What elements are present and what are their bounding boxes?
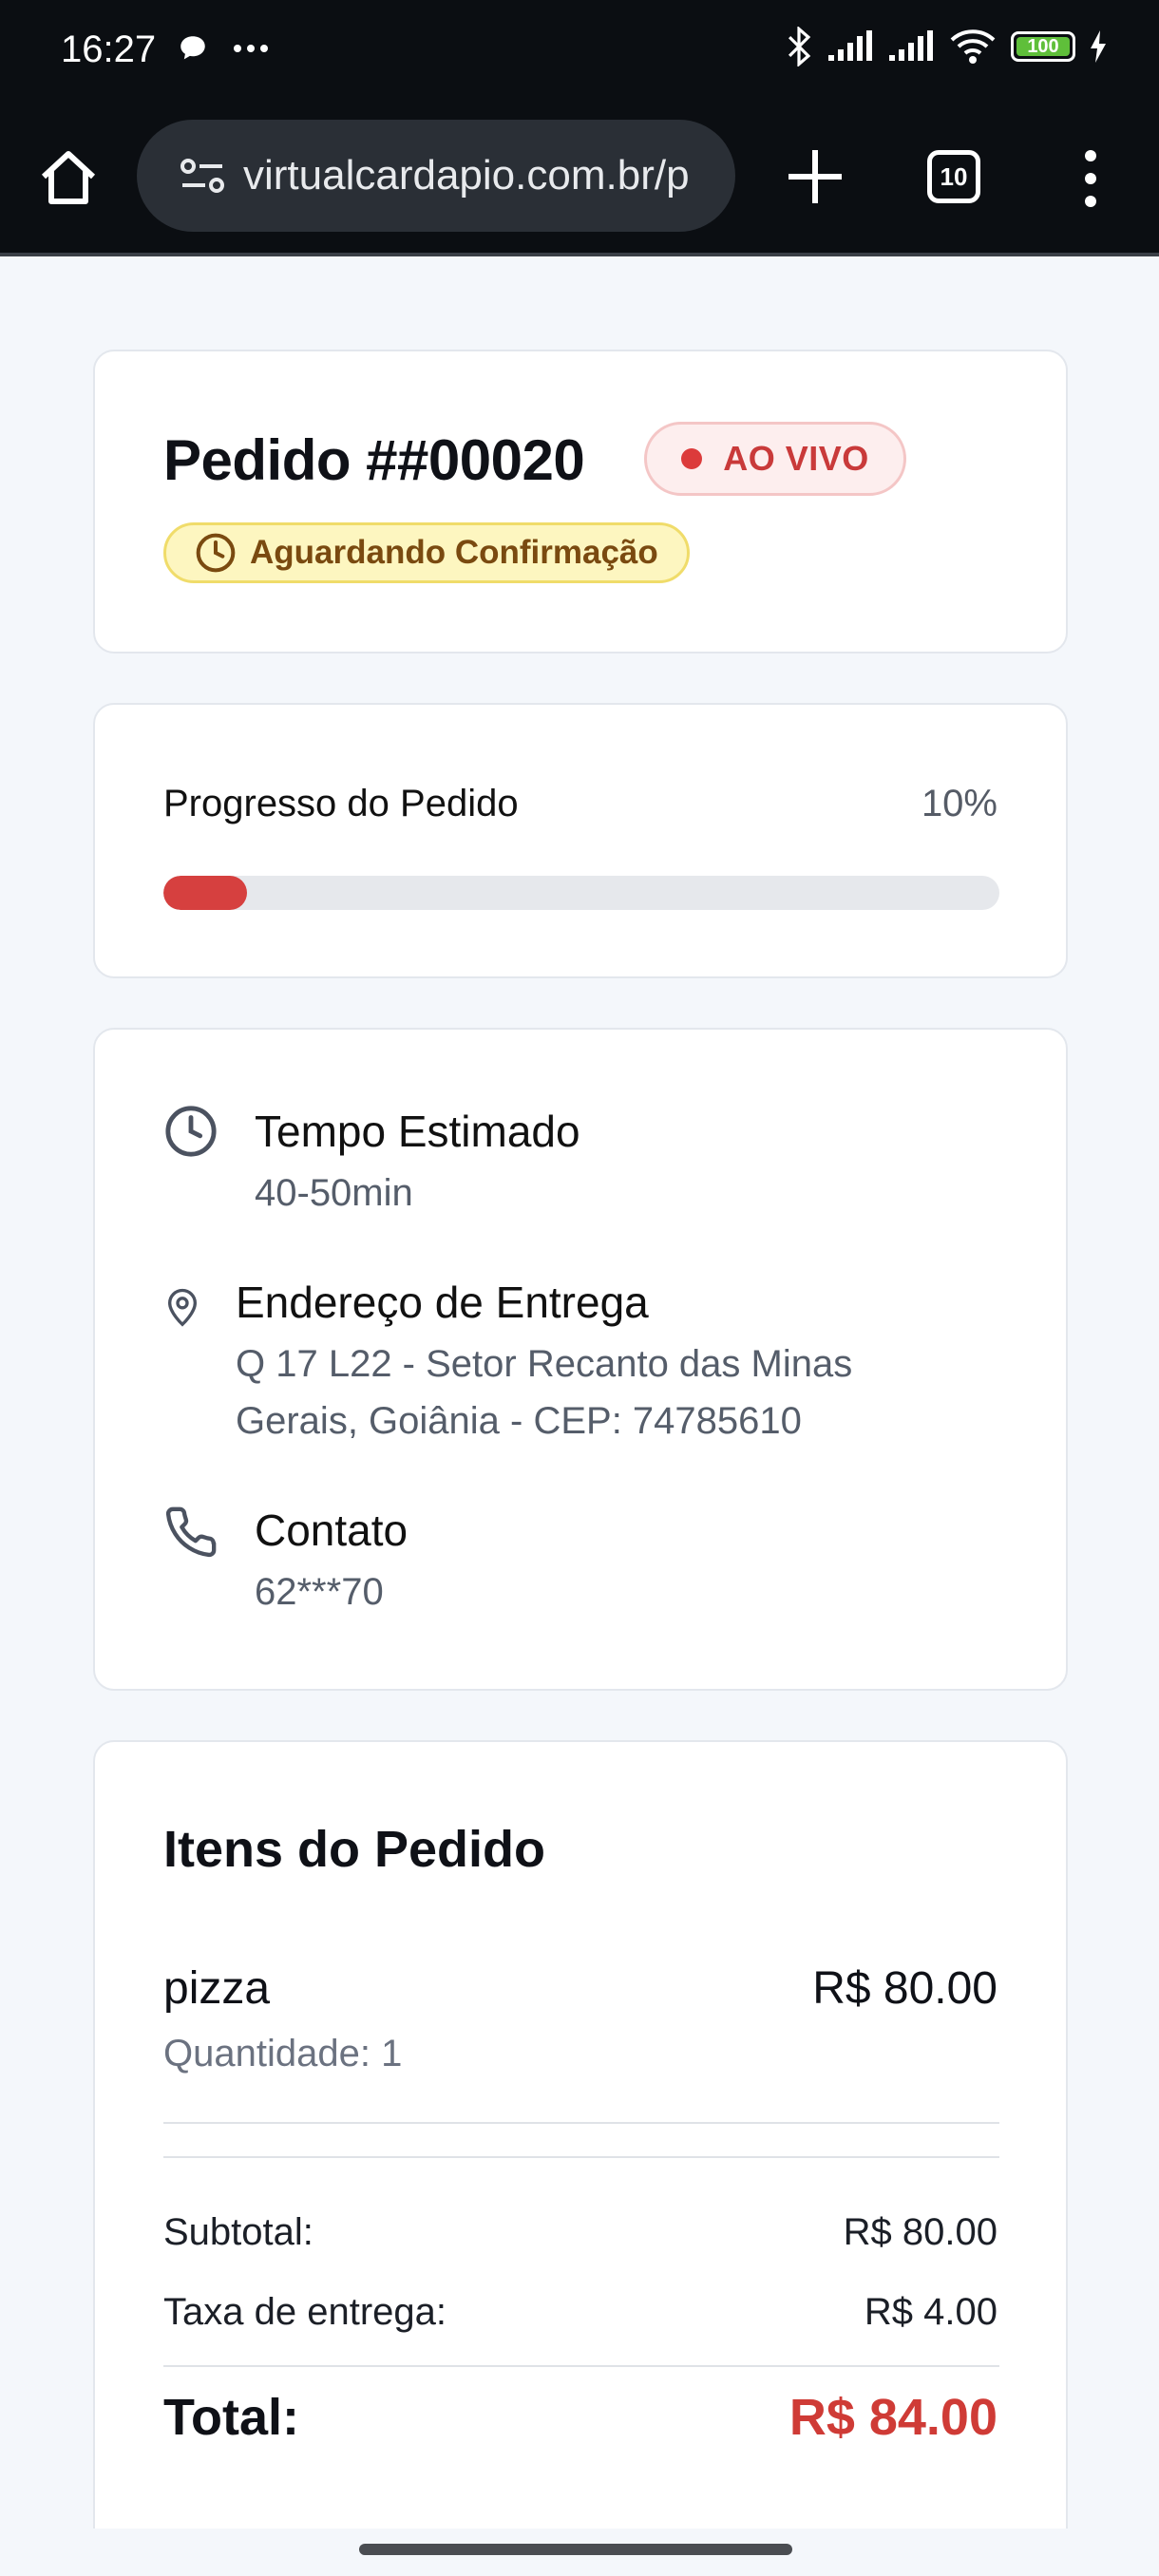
delivery-address-line2: Gerais, Goiânia - CEP: 74785610 <box>236 1400 802 1442</box>
live-label: AO VIVO <box>723 439 869 478</box>
system-icons: 100 <box>785 27 1108 66</box>
order-details-card: Tempo Estimado 40-50min Endereço de Entr… <box>93 1028 1068 1691</box>
order-header-card: Pedido ##00020 AO VIVO Aguardando Confir… <box>93 350 1068 653</box>
item-name: pizza <box>163 1963 271 2014</box>
location-pin-icon <box>167 1288 198 1327</box>
estimated-time-value: 40-50min <box>255 1172 413 1214</box>
charging-bolt-icon <box>1091 30 1106 63</box>
browser-toolbar: virtualcardapio.com.br/p 10 <box>0 103 1159 256</box>
divider <box>163 2122 999 2124</box>
divider <box>163 2365 999 2367</box>
status-bar: 16:27 100 <box>0 0 1159 103</box>
status-time: 16:27 <box>61 28 157 70</box>
contact-value: 62***70 <box>255 1571 384 1613</box>
estimated-time-title: Tempo Estimado <box>255 1107 580 1156</box>
signal-icon <box>828 30 872 61</box>
status-badge: Aguardando Confirmação <box>163 522 690 583</box>
contact-title: Contato <box>255 1506 408 1555</box>
order-items-card: Itens do Pedido pizza Quantidade: 1 R$ 8… <box>93 1740 1068 2576</box>
url-text: virtualcardapio.com.br/p <box>243 152 690 199</box>
wifi-icon <box>950 29 996 64</box>
battery-icon: 100 <box>1011 31 1075 62</box>
divider <box>163 2156 999 2158</box>
gesture-home-bar[interactable] <box>359 2544 792 2555</box>
progress-label: Progresso do Pedido <box>163 783 519 824</box>
progress-value: 10% <box>921 783 998 824</box>
items-title: Itens do Pedido <box>163 1821 546 1878</box>
home-icon[interactable] <box>34 144 103 213</box>
delivery-address-title: Endereço de Entrega <box>236 1278 649 1327</box>
order-title: Pedido ##00020 <box>163 428 585 492</box>
notification-icons <box>177 32 270 65</box>
item-quantity: Quantidade: 1 <box>163 2033 403 2074</box>
progress-bar-fill <box>163 876 247 910</box>
phone-icon <box>165 1506 217 1558</box>
item-price: R$ 80.00 <box>812 1963 998 2014</box>
live-dot-icon <box>681 448 703 469</box>
status-text: Aguardando Confirmação <box>250 534 658 571</box>
more-dots-icon <box>234 45 268 52</box>
address-bar[interactable]: virtualcardapio.com.br/p <box>137 120 735 232</box>
signal-icon-2 <box>889 30 933 61</box>
chat-bubble-icon <box>180 36 205 60</box>
total-value: R$ 84.00 <box>788 2389 998 2446</box>
clock-icon <box>196 533 236 573</box>
clock-icon <box>165 1106 217 1157</box>
battery-level: 100 <box>1027 35 1059 57</box>
delivery-fee-value: R$ 4.00 <box>864 2291 998 2333</box>
subtotal-value: R$ 80.00 <box>843 2211 998 2253</box>
more-menu-icon[interactable] <box>1072 144 1110 213</box>
total-label: Total: <box>163 2389 299 2446</box>
bluetooth-icon <box>788 27 811 66</box>
subtotal-label: Subtotal: <box>163 2211 314 2253</box>
tab-switcher-button[interactable]: 10 <box>927 150 980 203</box>
progress-card: Progresso do Pedido 10% <box>93 703 1068 978</box>
delivery-address-line1: Q 17 L22 - Setor Recanto das Minas <box>236 1343 853 1385</box>
live-badge: AO VIVO <box>644 422 906 496</box>
delivery-fee-label: Taxa de entrega: <box>163 2291 446 2333</box>
progress-bar <box>163 876 999 910</box>
site-settings-icon[interactable] <box>179 157 226 195</box>
new-tab-icon[interactable] <box>779 141 851 213</box>
